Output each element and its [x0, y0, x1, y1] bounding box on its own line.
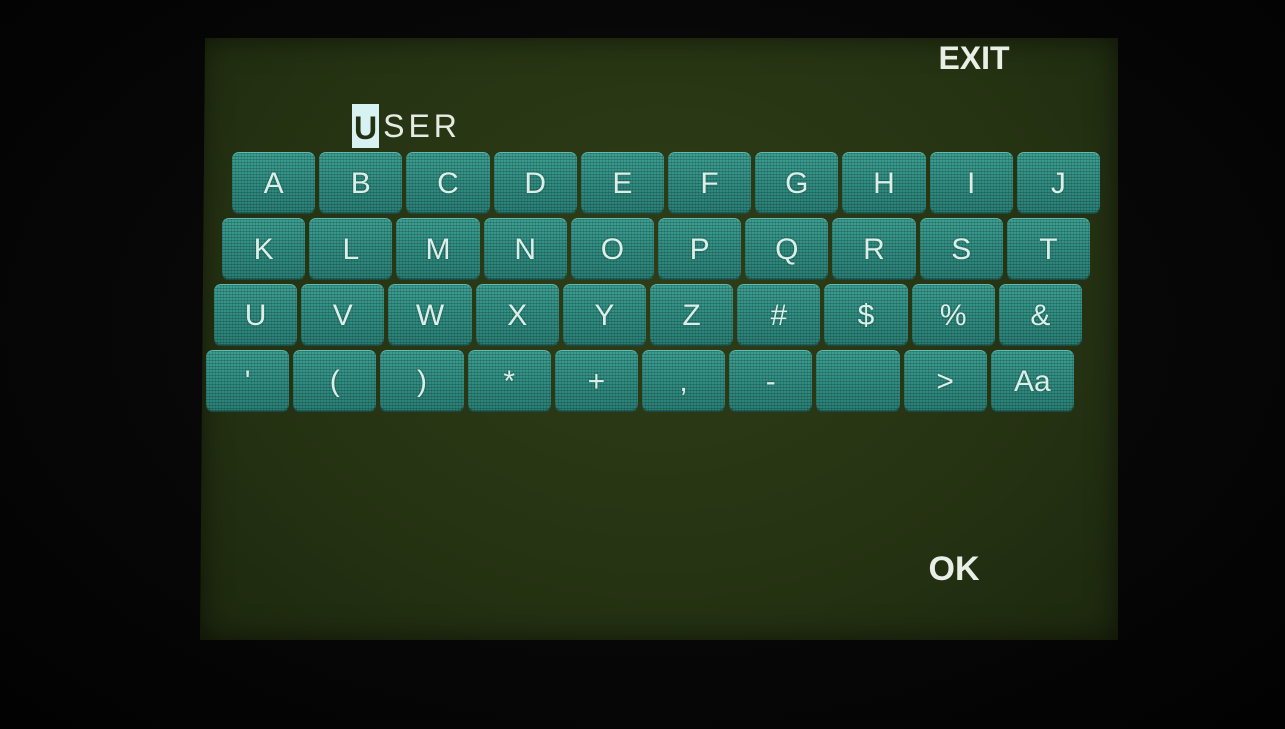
key-apostrophe[interactable]: ' — [206, 350, 290, 412]
key-q[interactable]: Q — [745, 218, 829, 280]
key-r[interactable]: R — [832, 218, 916, 280]
key-f[interactable]: F — [667, 152, 752, 214]
key-hash[interactable]: # — [737, 284, 821, 346]
name-input[interactable]: U SER — [352, 104, 461, 148]
key-d[interactable]: D — [493, 152, 577, 214]
key-a[interactable]: A — [232, 152, 316, 214]
key-n[interactable]: N — [483, 218, 567, 280]
key-e[interactable]: E — [580, 152, 664, 214]
key-g[interactable]: G — [755, 152, 839, 214]
key-b[interactable]: B — [319, 152, 403, 214]
key-case-toggle[interactable]: Aa — [990, 350, 1074, 412]
lcd-screen: EXIT U SER A B C D E F G H I J K L M N O… — [200, 38, 1118, 640]
key-ampersand[interactable]: & — [998, 284, 1082, 346]
key-asterisk[interactable]: * — [467, 350, 551, 412]
key-m[interactable]: M — [396, 218, 480, 280]
key-y[interactable]: Y — [562, 284, 646, 346]
key-greater-than[interactable]: > — [903, 350, 987, 412]
key-comma[interactable]: , — [641, 350, 726, 412]
key-space[interactable] — [816, 350, 900, 412]
key-h[interactable]: H — [842, 152, 926, 214]
key-z[interactable]: Z — [649, 284, 734, 346]
key-l[interactable]: L — [309, 218, 393, 280]
key-u[interactable]: U — [214, 284, 298, 346]
key-open-paren[interactable]: ( — [293, 350, 377, 412]
key-p[interactable]: P — [657, 218, 742, 280]
key-w[interactable]: W — [388, 284, 472, 346]
key-minus[interactable]: - — [729, 350, 813, 412]
ok-button[interactable]: OK — [909, 546, 999, 592]
key-x[interactable]: X — [475, 284, 559, 346]
key-percent[interactable]: % — [911, 284, 995, 346]
key-v[interactable]: V — [301, 284, 385, 346]
key-i[interactable]: I — [929, 152, 1013, 214]
on-screen-keyboard: A B C D E F G H I J K L M N O P Q R S T … — [206, 152, 1100, 412]
key-s[interactable]: S — [919, 218, 1003, 280]
key-c[interactable]: C — [406, 152, 490, 214]
name-input-text: SER — [383, 108, 461, 144]
key-o[interactable]: O — [570, 218, 654, 280]
device-frame: EXIT U SER A B C D E F G H I J K L M N O… — [0, 0, 1285, 729]
key-close-paren[interactable]: ) — [380, 350, 464, 412]
key-plus[interactable]: + — [554, 350, 638, 412]
key-dollar[interactable]: $ — [824, 284, 908, 346]
key-t[interactable]: T — [1006, 218, 1090, 280]
text-cursor: U — [352, 104, 380, 148]
key-k[interactable]: K — [222, 218, 306, 280]
key-j[interactable]: J — [1016, 152, 1100, 214]
exit-button[interactable]: EXIT — [924, 38, 1024, 78]
